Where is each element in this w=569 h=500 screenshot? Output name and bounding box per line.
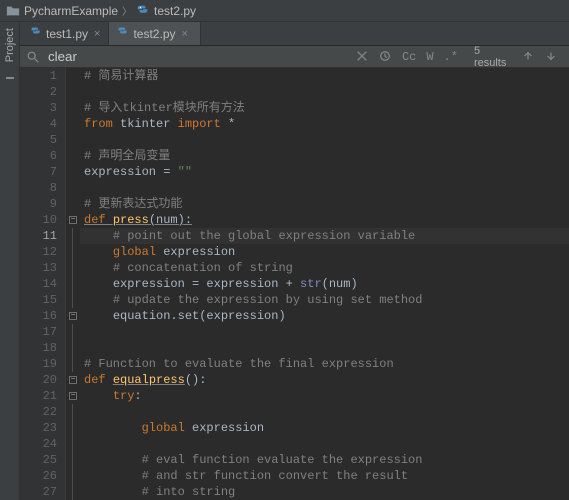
project-tool-tab[interactable]: Project	[4, 28, 16, 62]
code-content[interactable]: # 简易计算器 # 导入tkinter模块所有方法from tkinter im…	[80, 68, 569, 500]
code-line[interactable]: # 更新表达式功能	[80, 196, 569, 212]
line-number: 10	[20, 212, 65, 228]
line-number: 26	[20, 468, 65, 484]
clear-search-icon[interactable]	[356, 50, 369, 64]
tool-window-sidebar: Project	[0, 22, 20, 500]
code-line[interactable]	[80, 132, 569, 148]
line-number: 8	[20, 180, 65, 196]
line-number-gutter: 1234567891011121314151617181920212223242…	[20, 68, 66, 500]
python-file-icon	[117, 26, 129, 41]
editor-area[interactable]: 1234567891011121314151617181920212223242…	[20, 68, 569, 500]
fold-open-icon[interactable]: −	[69, 392, 77, 400]
code-line[interactable]: # 声明全局变量	[80, 148, 569, 164]
chevron-right-icon: 〉	[122, 3, 132, 18]
code-line[interactable]: def press(num):	[80, 212, 569, 228]
code-line[interactable]: # concatenation of string	[80, 260, 569, 276]
line-number: 14	[20, 276, 65, 292]
python-file-icon	[30, 26, 42, 41]
fold-close-icon[interactable]: −	[69, 312, 77, 320]
line-number: 15	[20, 292, 65, 308]
code-line[interactable]: global expression	[80, 420, 569, 436]
code-line[interactable]: expression = ""	[80, 164, 569, 180]
code-line[interactable]	[80, 180, 569, 196]
line-number: 18	[20, 340, 65, 356]
code-line[interactable]: # into string	[80, 484, 569, 500]
close-icon[interactable]: ×	[182, 28, 188, 40]
search-history-icon[interactable]	[379, 50, 392, 64]
line-number: 3	[20, 100, 65, 116]
regex-toggle[interactable]: .*	[444, 50, 458, 64]
code-line[interactable]: # point out the global expression variab…	[80, 228, 569, 244]
code-line[interactable]: from tkinter import *	[80, 116, 569, 132]
minimize-icon[interactable]	[4, 72, 16, 84]
close-icon[interactable]: ×	[94, 28, 100, 40]
tab-label: test2.py	[133, 27, 175, 41]
code-line[interactable]	[80, 340, 569, 356]
code-line[interactable]: # and str function convert the result	[80, 468, 569, 484]
line-number: 13	[20, 260, 65, 276]
line-number: 4	[20, 116, 65, 132]
line-number: 24	[20, 436, 65, 452]
breadcrumb-project[interactable]: PycharmExample	[24, 4, 118, 18]
editor-tabs: test1.py × test2.py ×	[0, 22, 569, 46]
code-line[interactable]	[80, 404, 569, 420]
line-number: 21	[20, 388, 65, 404]
prev-match-icon[interactable]	[522, 50, 535, 64]
fold-column: − − − −	[66, 68, 80, 500]
line-number: 1	[20, 68, 65, 84]
next-match-icon[interactable]	[545, 50, 558, 64]
line-number: 20	[20, 372, 65, 388]
python-file-icon	[136, 4, 150, 18]
code-line[interactable]	[80, 436, 569, 452]
code-line[interactable]: # eval function evaluate the expression	[80, 452, 569, 468]
line-number: 6	[20, 148, 65, 164]
tab-test2[interactable]: test2.py ×	[109, 22, 200, 45]
folder-icon	[6, 4, 20, 18]
code-line[interactable]: # 简易计算器	[80, 68, 569, 84]
code-line[interactable]	[80, 84, 569, 100]
search-icon[interactable]	[26, 50, 40, 64]
line-number: 2	[20, 84, 65, 100]
line-number: 27	[20, 484, 65, 500]
fold-open-icon[interactable]: −	[69, 216, 77, 224]
breadcrumb-file[interactable]: test2.py	[154, 4, 196, 18]
code-line[interactable]	[80, 324, 569, 340]
line-number: 25	[20, 452, 65, 468]
match-case-toggle[interactable]: Cc	[402, 50, 416, 64]
code-line[interactable]: # update the expression by using set met…	[80, 292, 569, 308]
fold-open-icon[interactable]: −	[69, 376, 77, 384]
line-number: 19	[20, 356, 65, 372]
line-number: 16	[20, 308, 65, 324]
code-line[interactable]: # 导入tkinter模块所有方法	[80, 100, 569, 116]
tab-test1[interactable]: test1.py ×	[22, 22, 109, 45]
code-line[interactable]: try:	[80, 388, 569, 404]
line-number: 11	[20, 228, 65, 244]
code-line[interactable]: equation.set(expression)	[80, 308, 569, 324]
line-number: 23	[20, 420, 65, 436]
results-count: 5 results	[474, 45, 513, 69]
code-line[interactable]: expression = expression + str(num)	[80, 276, 569, 292]
code-line[interactable]: global expression	[80, 244, 569, 260]
words-toggle[interactable]: W	[426, 50, 433, 64]
line-number: 12	[20, 244, 65, 260]
code-line[interactable]: def equalpress():	[80, 372, 569, 388]
search-input[interactable]	[48, 49, 348, 64]
line-number: 5	[20, 132, 65, 148]
line-number: 22	[20, 404, 65, 420]
line-number: 7	[20, 164, 65, 180]
breadcrumb: PycharmExample 〉 test2.py	[0, 0, 569, 22]
find-toolbar: Cc W .* 5 results	[20, 46, 569, 68]
tab-label: test1.py	[46, 27, 88, 41]
line-number: 9	[20, 196, 65, 212]
line-number: 17	[20, 324, 65, 340]
code-line[interactable]: # Function to evaluate the final express…	[80, 356, 569, 372]
